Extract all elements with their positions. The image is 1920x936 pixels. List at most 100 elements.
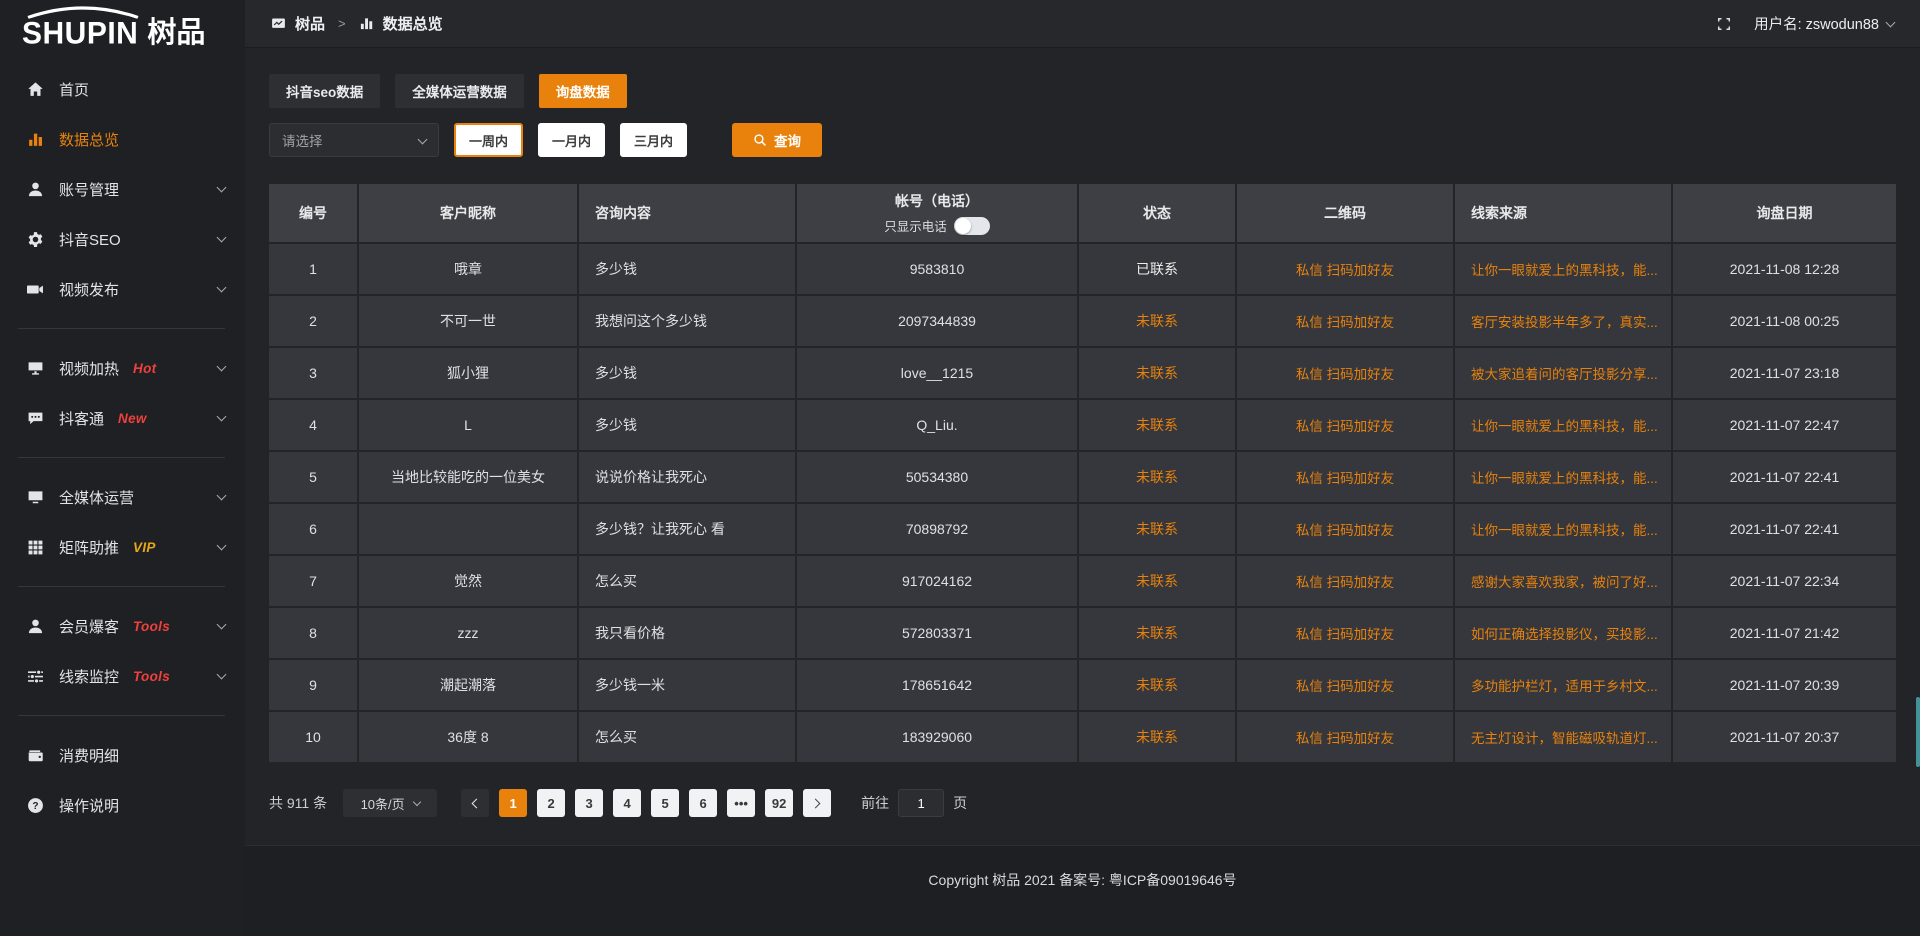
sidebar-item-data-overview[interactable]: 数据总览: [0, 114, 245, 164]
range-week-button[interactable]: 一周内: [454, 123, 523, 157]
table-row: 3 狐小狸 多少钱 love__1215 未联系 私信 扫码加好友 被大家追着问…: [269, 348, 1896, 398]
sidebar-divider: [18, 328, 225, 329]
breadcrumb-separator: >: [334, 16, 350, 31]
col-status: 状态: [1079, 184, 1235, 242]
sidebar-item-spending-details[interactable]: 消费明细: [0, 730, 245, 780]
scrollbar-thumb[interactable]: [1916, 697, 1920, 767]
bar-chart-icon: [27, 131, 44, 148]
table-header-row: 编号 客户昵称 咨询内容 帐号（电话） 只显示电话 状态 二维码 线索来源 询盘…: [269, 184, 1896, 242]
top-header: 树品 > 数据总览 用户名: zswodun88: [245, 0, 1920, 48]
sidebar-item-instructions[interactable]: ? 操作说明: [0, 780, 245, 830]
source-link[interactable]: 感谢大家喜欢我家，被问了好...: [1471, 571, 1658, 591]
breadcrumb: 树品 > 数据总览: [271, 13, 443, 34]
status-badge: 未联系: [1079, 296, 1235, 346]
goto-page: 前往 页: [861, 789, 967, 817]
sidebar-item-home[interactable]: 首页: [0, 64, 245, 114]
sidebar-item-doukehtong[interactable]: 抖客通 New: [0, 393, 245, 443]
sidebar-divider: [18, 586, 225, 587]
qrcode-link[interactable]: 私信 扫码加好友: [1296, 311, 1394, 331]
tab-omnimedia-data[interactable]: 全媒体运营数据: [395, 74, 524, 108]
page-button-92[interactable]: 92: [765, 789, 793, 817]
phone-only-toggle[interactable]: [954, 217, 990, 235]
header-right: 用户名: zswodun88: [1716, 13, 1894, 34]
page-button-5[interactable]: 5: [651, 789, 679, 817]
qrcode-link[interactable]: 私信 扫码加好友: [1296, 467, 1394, 487]
page-button-3[interactable]: 3: [575, 789, 603, 817]
search-icon: [753, 133, 767, 147]
goto-page-input[interactable]: [898, 789, 944, 817]
status-badge: 未联系: [1079, 712, 1235, 762]
col-source: 线索来源: [1455, 184, 1671, 242]
tab-douyin-seo-data[interactable]: 抖音seo数据: [269, 74, 380, 108]
qrcode-link[interactable]: 私信 扫码加好友: [1296, 675, 1394, 695]
qrcode-link[interactable]: 私信 扫码加好友: [1296, 571, 1394, 591]
source-link[interactable]: 被大家追着问的客厅投影分享...: [1471, 363, 1658, 383]
source-link[interactable]: 让你一眼就爱上的黑科技，能...: [1471, 519, 1658, 539]
vip-badge: VIP: [133, 540, 156, 555]
sidebar-item-matrix-boost[interactable]: 矩阵助推 VIP: [0, 522, 245, 572]
user-icon: [27, 181, 44, 198]
fullscreen-icon[interactable]: [1716, 16, 1732, 32]
range-quarter-button[interactable]: 三月内: [620, 123, 687, 157]
qrcode-link[interactable]: 私信 扫码加好友: [1296, 259, 1394, 279]
page-button-1[interactable]: 1: [499, 789, 527, 817]
col-nickname: 客户昵称: [359, 184, 577, 242]
breadcrumb-current[interactable]: 数据总览: [383, 13, 443, 34]
table-row: 1 哦章 多少钱 9583810 已联系 私信 扫码加好友 让你一眼就爱上的黑科…: [269, 244, 1896, 294]
page-size-select[interactable]: 10条/页: [343, 789, 437, 817]
source-link[interactable]: 让你一眼就爱上的黑科技，能...: [1471, 467, 1658, 487]
qrcode-link[interactable]: 私信 扫码加好友: [1296, 727, 1394, 747]
status-badge: 未联系: [1079, 504, 1235, 554]
source-link[interactable]: 如何正确选择投影仪，买投影...: [1471, 623, 1658, 643]
sidebar-divider: [18, 715, 225, 716]
chevron-down-icon: [217, 670, 227, 680]
sidebar-item-douyin-seo[interactable]: 抖音SEO: [0, 214, 245, 264]
chevron-down-icon: [418, 134, 428, 144]
prev-page-button[interactable]: [461, 789, 489, 817]
logo-text-en: SHUPIN: [22, 8, 138, 50]
sidebar-item-video-publish[interactable]: 视频发布: [0, 264, 245, 314]
range-month-button[interactable]: 一月内: [538, 123, 605, 157]
source-link[interactable]: 多功能护栏灯，适用于乡村文...: [1471, 675, 1658, 695]
sidebar-item-lead-monitoring[interactable]: 线索监控 Tools: [0, 651, 245, 701]
new-badge: New: [118, 411, 147, 426]
sidebar-item-omnimedia-ops[interactable]: 全媒体运营: [0, 472, 245, 522]
svg-text:?: ?: [32, 801, 38, 812]
qrcode-link[interactable]: 私信 扫码加好友: [1296, 519, 1394, 539]
source-link[interactable]: 让你一眼就爱上的黑科技，能...: [1471, 415, 1658, 435]
sidebar-item-video-heating[interactable]: 视频加热 Hot: [0, 343, 245, 393]
search-button[interactable]: 查询: [732, 123, 822, 157]
home-icon: [27, 81, 44, 98]
user-menu[interactable]: 用户名: zswodun88: [1754, 13, 1894, 34]
goto-suffix-label: 页: [953, 793, 967, 813]
table-row: 8 zzz 我只看价格 572803371 未联系 私信 扫码加好友 如何正确选…: [269, 608, 1896, 658]
status-badge: 未联系: [1079, 660, 1235, 710]
page-ellipsis-button[interactable]: •••: [727, 789, 755, 817]
pagination: 共 911 条 10条/页 1 2 3 4 5 6 ••• 92 前往 页: [269, 789, 1896, 817]
qrcode-link[interactable]: 私信 扫码加好友: [1296, 363, 1394, 383]
source-link[interactable]: 无主灯设计，智能磁吸轨道灯...: [1471, 727, 1658, 747]
breadcrumb-root[interactable]: 树品: [295, 13, 325, 34]
chevron-right-icon: [811, 798, 821, 808]
next-page-button[interactable]: [803, 789, 831, 817]
gear-icon: [27, 231, 44, 248]
source-link[interactable]: 让你一眼就爱上的黑科技，能...: [1471, 259, 1658, 279]
filter-row: 请选择 一周内 一月内 三月内 查询: [269, 123, 1896, 157]
logo-arc-icon: [24, 6, 142, 19]
page-button-6[interactable]: 6: [689, 789, 717, 817]
page-button-2[interactable]: 2: [537, 789, 565, 817]
account-select[interactable]: 请选择: [269, 123, 439, 157]
footer: Copyright 树品 2021 备案号: 粤ICP备09019646号: [245, 845, 1920, 936]
chevron-down-icon: [217, 412, 227, 422]
tab-inquiry-data[interactable]: 询盘数据: [539, 74, 627, 108]
phone-only-label: 只显示电话: [884, 216, 947, 235]
qrcode-link[interactable]: 私信 扫码加好友: [1296, 415, 1394, 435]
question-icon: ?: [27, 797, 44, 814]
sidebar-item-member-customers[interactable]: 会员爆客 Tools: [0, 601, 245, 651]
sidebar-item-account-management[interactable]: 账号管理: [0, 164, 245, 214]
source-link[interactable]: 客厅安装投影半年多了，真实...: [1471, 311, 1658, 331]
table-row: 7 觉然 怎么买 917024162 未联系 私信 扫码加好友 感谢大家喜欢我家…: [269, 556, 1896, 606]
qrcode-link[interactable]: 私信 扫码加好友: [1296, 623, 1394, 643]
table-row: 10 36度 8 怎么买 183929060 未联系 私信 扫码加好友 无主灯设…: [269, 712, 1896, 762]
page-button-4[interactable]: 4: [613, 789, 641, 817]
